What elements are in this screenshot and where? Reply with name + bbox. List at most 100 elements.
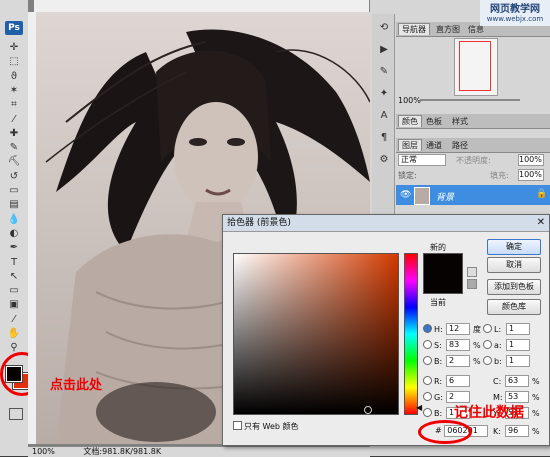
hue-input[interactable]: 12 [446,323,470,335]
history-icon[interactable]: ⟲ [377,22,391,34]
annotation-circle-hex [418,420,472,444]
hue-slider-arrow[interactable]: ◀ [416,403,422,412]
healing-icon[interactable]: ✚ [7,128,21,140]
close-icon[interactable]: ✕ [537,215,545,231]
lab-b-field[interactable]: b: 1 [483,355,530,367]
gradient-icon[interactable]: ▤ [7,199,21,211]
watermark-url: www.webjx.com [486,15,544,23]
web-only-option[interactable]: 只有 Web 颜色 [233,421,299,432]
lab-l-field[interactable]: L: 1 [483,323,530,335]
tab-histogram[interactable]: 直方图 [436,24,460,35]
magic-wand-icon[interactable]: ✶ [7,85,21,97]
add-to-swatches-button[interactable]: 添加到色板 [487,279,541,295]
red-radio[interactable] [423,375,432,385]
tools-preset-icon[interactable]: ✎ [377,66,391,78]
tab-layers[interactable]: 图层 [398,139,422,151]
web-only-checkbox[interactable] [233,421,242,430]
current-color-swatch[interactable] [423,273,463,294]
paragraph-icon[interactable]: ¶ [377,132,391,144]
layers-tabs: 图层 通道 路径 [396,138,550,153]
quick-mask-icon[interactable] [9,408,23,420]
layer-row-background[interactable]: 👁 背景 🔒 [396,185,550,205]
history-brush-icon[interactable]: ↺ [7,171,21,183]
black-field[interactable]: K: 96% [493,425,540,437]
lab-b-input[interactable]: 1 [506,355,530,367]
notes-icon[interactable]: ▣ [7,299,21,311]
hand-icon[interactable]: ✋ [7,328,21,340]
color-picker-cursor[interactable] [364,406,372,414]
lab-a-field[interactable]: a: 1 [483,339,530,351]
pen-icon[interactable]: ✒ [7,242,21,254]
hue-radio[interactable] [423,323,432,333]
cyan-label: C: [493,376,502,386]
tab-paths[interactable]: 路径 [452,140,468,151]
tab-styles[interactable]: 样式 [452,116,468,127]
annotation-remember-value: 记住此数据 [454,405,524,421]
lab-a-input[interactable]: 1 [506,339,530,351]
green-radio[interactable] [423,391,432,401]
watermark-title: 网页教学网 [490,4,540,15]
fill-input[interactable]: 100% [518,169,544,181]
brightness-radio[interactable] [423,355,432,365]
brightness-input[interactable]: 2 [446,355,470,367]
cyan-input[interactable]: 63 [505,375,529,387]
navigator-zoom[interactable]: 100% [398,96,421,105]
actions-icon[interactable]: ▶ [377,44,391,56]
blend-mode-select[interactable]: 正常 [398,154,446,166]
character-icon[interactable]: A [377,110,391,122]
brush-icon[interactable]: ✎ [7,142,21,154]
picker-title: 拾色器 (前景色) [227,218,291,228]
clone-source-icon[interactable]: ⚙ [377,154,391,166]
opacity-label: 不透明度: [456,156,491,165]
lab-l-radio[interactable] [483,323,492,333]
saturation-radio[interactable] [423,339,432,349]
navigator-zoom-slider[interactable] [420,99,520,101]
ok-button[interactable]: 确定 [487,239,541,255]
path-select-icon[interactable]: ↖ [7,271,21,283]
tab-swatches[interactable]: 色板 [426,116,442,127]
foreground-color-swatch[interactable] [5,365,23,383]
blue-radio[interactable] [423,407,432,417]
saturation-brightness-field[interactable] [233,253,399,415]
color-libraries-button[interactable]: 颜色库 [487,299,541,315]
lab-l-input[interactable]: 1 [506,323,530,335]
fill-label: 填充: [490,171,509,180]
eyedropper2-icon[interactable]: ⁄ [7,314,21,326]
crop-icon[interactable]: ⌗ [7,99,21,111]
move-icon[interactable]: ✛ [7,42,21,54]
brightness-field[interactable]: B: 2% [423,355,481,367]
tab-channels[interactable]: 通道 [426,140,442,151]
cube-icon[interactable] [467,267,477,277]
eyedropper-icon[interactable]: ⁄ [7,114,21,126]
eye-icon[interactable]: 👁 [400,190,411,200]
lab-a-radio[interactable] [483,339,492,349]
lab-b-radio[interactable] [483,355,492,365]
cancel-button[interactable]: 取消 [487,257,541,273]
dodge-icon[interactable]: ◐ [7,228,21,240]
lasso-icon[interactable]: ϑ [7,71,21,83]
saturation-unit: % [473,340,481,350]
red-field[interactable]: R: 6 [423,375,470,387]
eraser-icon[interactable]: ▭ [7,185,21,197]
lab-a-label: a: [494,340,502,350]
saturation-field[interactable]: S: 83% [423,339,481,351]
hue-field[interactable]: H: 12 度 [423,323,481,335]
navigator-view-box[interactable] [459,41,491,91]
hue-slider[interactable] [404,253,418,415]
black-input[interactable]: 96 [505,425,529,437]
red-input[interactable]: 6 [446,375,470,387]
blur-icon[interactable]: 💧 [7,214,21,226]
saturation-input[interactable]: 83 [446,339,470,351]
stamp-icon[interactable]: ⛏ [7,156,21,168]
web-safe-icon[interactable] [467,279,477,289]
shape-icon[interactable]: ▭ [7,285,21,297]
lab-l-label: L: [494,324,502,334]
tab-navigator[interactable]: 导航器 [398,23,430,35]
brush-preset-icon[interactable]: ✦ [377,88,391,100]
type-icon[interactable]: T [7,257,21,269]
marquee-icon[interactable]: ⬚ [7,56,21,68]
opacity-input[interactable]: 100% [518,154,544,166]
current-color-label: 当前 [430,298,446,307]
cyan-field[interactable]: C: 63% [493,375,540,387]
tab-color[interactable]: 颜色 [398,115,422,127]
